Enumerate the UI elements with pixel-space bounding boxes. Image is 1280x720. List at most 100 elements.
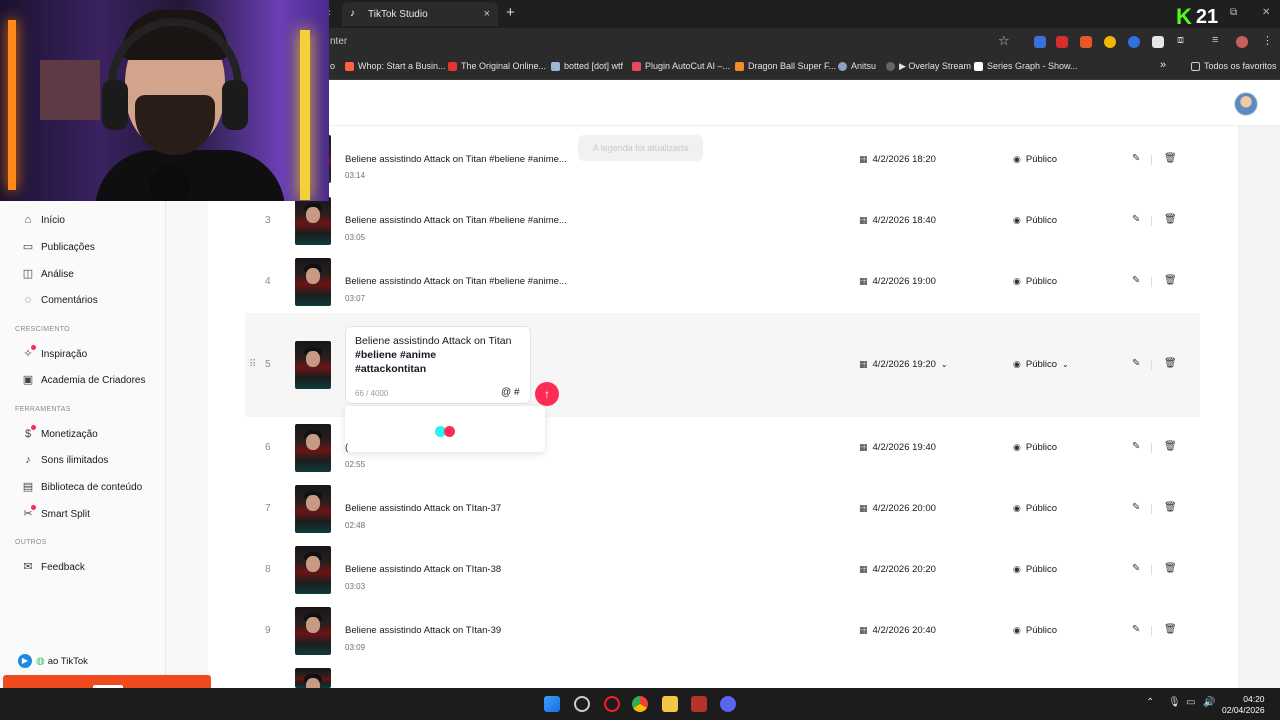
caption-textarea[interactable]: Beliene assistindo Attack on Titan #beli… [355, 334, 525, 376]
start-icon[interactable] [544, 696, 560, 712]
video-thumbnail[interactable] [295, 197, 331, 245]
caption-editor[interactable]: Beliene assistindo Attack on Titan #beli… [345, 326, 531, 404]
schedule-date[interactable]: ▦ 4/2/2026 19:00 [859, 276, 936, 287]
sidebar-item-monetizacao[interactable]: $ Monetização [22, 425, 98, 440]
video-title[interactable]: ( [345, 442, 348, 453]
app-icon[interactable] [574, 696, 590, 712]
visibility-setting[interactable]: ◉ Público [1013, 154, 1057, 165]
schedule-date[interactable]: ▦ 4/2/2026 18:40 [859, 215, 936, 226]
video-title[interactable]: Beliene assistindo Attack on TItan-39 [345, 625, 501, 636]
extensions-puzzle-icon[interactable]: ⧈ [1177, 34, 1184, 47]
trash-icon[interactable]: 🗑 [1164, 441, 1177, 452]
back-to-tiktok-link[interactable]: ▶ ◍ ao TikTok [18, 654, 88, 668]
window-close-icon[interactable]: ✕ [1262, 7, 1270, 18]
avatar[interactable] [1234, 92, 1258, 116]
sidebar-item-academia[interactable]: ▣ Academia de Criadores [22, 374, 146, 386]
bookmark-item[interactable]: o [330, 61, 335, 71]
table-row[interactable]: 7 Beliene assistindo Attack on TItan-37 … [245, 478, 1200, 539]
edit-icon[interactable]: ✎ [1132, 358, 1140, 369]
bookmark-item[interactable]: Plugin AutoCut AI –... [632, 61, 730, 71]
volume-icon[interactable]: 🔊 [1203, 697, 1215, 708]
sidebar-item-biblioteca[interactable]: ▤ Biblioteca de conteúdo [22, 481, 142, 493]
sidebar-item-analise[interactable]: ◫ Análise [22, 268, 74, 280]
trash-icon[interactable]: 🗑 [1164, 214, 1177, 225]
network-icon[interactable]: ▭ [1186, 697, 1195, 708]
tab-close-icon[interactable]: × [484, 8, 490, 20]
sidebar-item-publicacoes[interactable]: ▭ Publicações [22, 241, 95, 253]
table-row[interactable]: 3 Beliene assistindo Attack on Titan #be… [245, 190, 1200, 251]
url-input[interactable]: nter [330, 36, 347, 47]
schedule-date[interactable]: ▦ 4/2/2026 19:40 [859, 442, 936, 453]
trash-icon[interactable]: 🗑 [1164, 624, 1177, 635]
video-title[interactable]: Beliene assistindo Attack on TItan-38 [345, 564, 501, 575]
visibility-setting[interactable]: ◉ Público [1013, 442, 1057, 453]
video-title[interactable]: Beliene assistindo Attack on Titan #beli… [345, 276, 567, 287]
extension-icon[interactable] [1128, 36, 1140, 48]
extension-icon[interactable] [1080, 36, 1092, 48]
video-title[interactable]: Beliene assistindo Attack on Titan #beli… [345, 154, 567, 165]
sidebar-item-comentarios[interactable]: ◌ Comentários [22, 294, 98, 306]
sidebar-item-sons[interactable]: ♪ Sons ilimitados [22, 454, 108, 466]
drag-handle-icon[interactable]: ⠿ [249, 359, 256, 370]
visibility-setting[interactable]: ◉ Público [1013, 564, 1057, 575]
video-thumbnail[interactable] [295, 424, 331, 472]
save-caption-button[interactable]: ↑ [535, 382, 559, 406]
bookmark-item[interactable]: botted [dot] wtf [551, 61, 623, 71]
extension-icon[interactable] [1034, 36, 1046, 48]
extension-icon[interactable] [1104, 36, 1116, 48]
system-clock[interactable]: 04:20 02/04/2026 [1222, 694, 1265, 716]
microphone-icon[interactable]: 🎙 [1168, 697, 1181, 708]
sidebar-item-smart-split[interactable]: ✂ Smart Split [22, 505, 90, 520]
bookmark-item[interactable]: Dragon Ball Super F... [735, 61, 836, 71]
table-row[interactable]: Beliene assistindo Attack on Titan #beli… [245, 129, 1200, 190]
video-title[interactable]: Beliene assistindo Attack on Titan #beli… [345, 215, 567, 226]
browser-menu-icon[interactable]: ⋮ [1262, 34, 1273, 47]
trash-icon[interactable]: 🗑 [1164, 153, 1177, 164]
app-icon[interactable] [691, 696, 707, 712]
discord-icon[interactable] [720, 696, 736, 712]
video-thumbnail[interactable] [295, 258, 331, 306]
chrome-icon[interactable] [632, 696, 648, 712]
visibility-setting[interactable]: ◉ Público [1013, 625, 1057, 636]
trash-icon[interactable]: 🗑 [1164, 275, 1177, 286]
restore-icon[interactable]: ⧉ [1230, 7, 1237, 18]
edit-icon[interactable]: ✎ [1132, 214, 1140, 225]
bookmark-item[interactable]: Whop: Start a Busin... [345, 61, 446, 71]
trash-icon[interactable]: 🗑 [1164, 502, 1177, 513]
video-thumbnail[interactable] [295, 485, 331, 533]
media-icon[interactable]: ≡ [1212, 34, 1218, 46]
trash-icon[interactable]: 🗑 [1164, 563, 1177, 574]
bookmark-item[interactable]: Series Graph - Show... [974, 61, 1078, 71]
table-row[interactable]: 8 Beliene assistindo Attack on TItan-38 … [245, 539, 1200, 600]
visibility-setting[interactable]: ◉ Público [1013, 503, 1057, 514]
video-thumbnail[interactable] [295, 668, 331, 688]
edit-icon[interactable]: ✎ [1132, 441, 1140, 452]
schedule-date[interactable]: ▦ 4/2/2026 18:20 [859, 154, 936, 165]
all-bookmarks-folder[interactable]: Todos os favoritos [1191, 61, 1277, 71]
table-row[interactable]: 4 Beliene assistindo Attack on Titan #be… [245, 251, 1200, 312]
video-thumbnail[interactable] [295, 341, 331, 389]
extension-icon[interactable] [1056, 36, 1068, 48]
new-tab-button[interactable]: + [506, 5, 515, 21]
edit-icon[interactable]: ✎ [1132, 563, 1140, 574]
edit-icon[interactable]: ✎ [1132, 502, 1140, 513]
mention-button[interactable]: @ [501, 387, 511, 398]
chevron-up-icon[interactable]: ⌃ [1146, 697, 1154, 708]
schedule-date[interactable]: ▦ 4/2/2026 20:20 [859, 564, 936, 575]
profile-icon[interactable] [1236, 36, 1248, 48]
video-thumbnail[interactable] [295, 607, 331, 655]
table-row[interactable]: 6 ( 02:55 ▦ 4/2/2026 19:40 ◉ Público ✎ 🗑 [245, 417, 1200, 478]
tab-tiktok-studio[interactable]: ♪ TikTok Studio × [342, 2, 498, 26]
bookmark-item[interactable]: Anitsu [838, 61, 876, 71]
video-thumbnail[interactable] [295, 546, 331, 594]
folder-icon[interactable] [662, 696, 678, 712]
scrollbar-track[interactable] [1238, 126, 1280, 688]
sidebar-item-feedback[interactable]: ✉ Feedback [22, 561, 85, 573]
trash-icon[interactable]: 🗑 [1164, 358, 1177, 369]
edit-icon[interactable]: ✎ [1132, 624, 1140, 635]
edit-icon[interactable]: ✎ [1132, 153, 1140, 164]
edit-icon[interactable]: ✎ [1132, 275, 1140, 286]
bookmark-item[interactable]: ▶ Overlay Stream [886, 61, 971, 72]
table-row[interactable]: 9 Beliene assistindo Attack on TItan-39 … [245, 600, 1200, 661]
video-title[interactable]: Beliene assistindo Attack on TItan-37 [345, 503, 501, 514]
